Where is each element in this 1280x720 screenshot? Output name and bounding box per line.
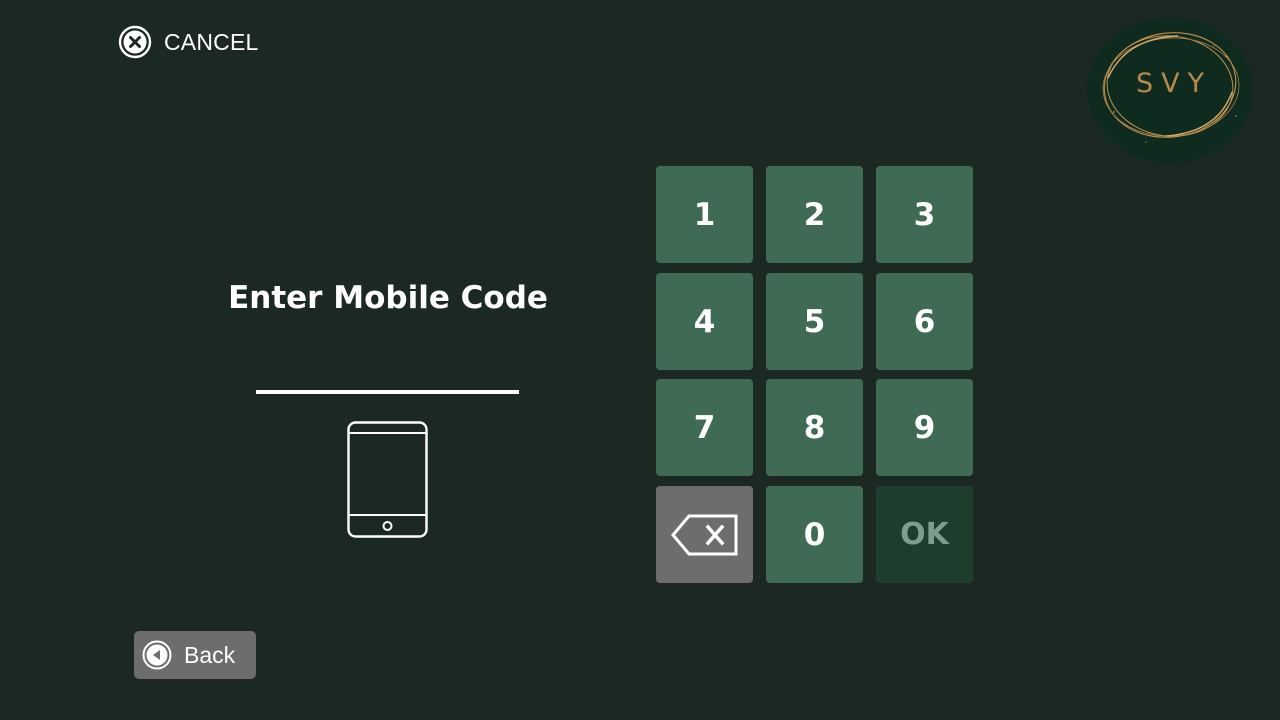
key-8[interactable]: 8 <box>766 379 863 476</box>
tablet-icon <box>347 421 428 538</box>
brand-logo: SVY <box>1086 16 1254 164</box>
back-label: Back <box>184 641 236 668</box>
key-6[interactable]: 6 <box>876 273 973 370</box>
key-7[interactable]: 7 <box>656 379 753 476</box>
key-9[interactable]: 9 <box>876 379 973 476</box>
key-5[interactable]: 5 <box>766 273 863 370</box>
key-4[interactable]: 4 <box>656 273 753 370</box>
delete-key[interactable] <box>656 486 753 583</box>
page-title: Enter Mobile Code <box>228 280 548 316</box>
back-arrow-icon <box>142 640 172 670</box>
cancel-label: CANCEL <box>164 28 259 55</box>
key-1[interactable]: 1 <box>656 166 753 263</box>
ok-button[interactable]: OK <box>876 486 973 583</box>
key-0[interactable]: 0 <box>766 486 863 583</box>
key-3[interactable]: 3 <box>876 166 973 263</box>
back-button[interactable]: Back <box>134 631 256 679</box>
key-2[interactable]: 2 <box>766 166 863 263</box>
close-circle-icon <box>118 25 152 59</box>
cancel-button[interactable]: CANCEL <box>118 25 259 59</box>
numeric-keypad: 1 2 3 4 5 6 7 8 9 0 OK <box>656 166 974 583</box>
mobile-code-input[interactable] <box>256 352 519 394</box>
backspace-icon <box>670 514 737 555</box>
logo-text: SVY <box>1135 68 1213 99</box>
